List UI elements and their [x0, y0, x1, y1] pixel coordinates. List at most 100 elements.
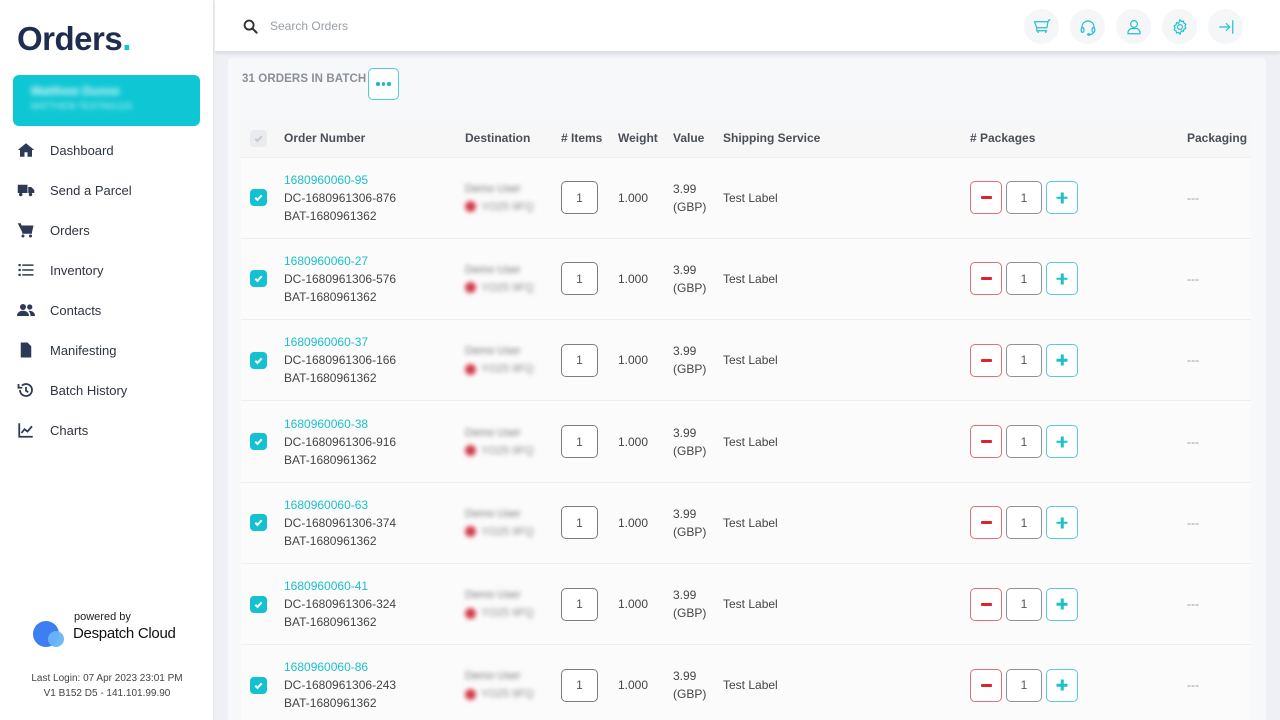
header-order-number[interactable]: Order Number [284, 120, 465, 158]
row-checkbox[interactable] [250, 270, 267, 288]
decrement-packages-button[interactable] [970, 587, 1002, 621]
weight-cell: 1.000 [618, 482, 673, 564]
table-row[interactable]: 1680960060-38 DC-1680961306-916 BAT-1680… [241, 400, 1251, 483]
table-row[interactable]: 1680960060-63 DC-1680961306-374 BAT-1680… [241, 482, 1251, 564]
support-button[interactable] [1070, 9, 1105, 44]
decrement-packages-button[interactable] [970, 425, 1002, 459]
packages-count-input[interactable]: 1 [1006, 343, 1042, 377]
packages-count-input[interactable]: 1 [1006, 425, 1042, 459]
packages-stepper: 1 [970, 343, 1187, 377]
select-all-checkbox[interactable] [250, 129, 267, 147]
order-number-link[interactable]: 1680960060-41 [284, 577, 465, 595]
row-checkbox[interactable] [250, 514, 267, 532]
order-number-link[interactable]: 1680960060-38 [284, 415, 465, 433]
header-destination[interactable]: Destination [465, 120, 561, 158]
sidebar-item-contacts[interactable]: Contacts [0, 290, 214, 330]
order-number-cell: 1680960060-37 DC-1680961306-166 BAT-1680… [284, 319, 465, 402]
settings-button[interactable] [1162, 9, 1197, 44]
last-login: Last Login: 07 Apr 2023 23:01 PM [31, 673, 183, 684]
table-row[interactable]: 1680960060-37 DC-1680961306-166 BAT-1680… [241, 319, 1251, 402]
sidebar-item-label: Contacts [50, 302, 102, 318]
decrement-packages-button[interactable] [970, 262, 1002, 296]
packages-count-input[interactable]: 1 [1006, 668, 1042, 702]
packages-cell: 1 [970, 482, 1187, 564]
order-number-cell: 1680960060-95 DC-1680961306-876 BAT-1680… [284, 157, 465, 239]
increment-packages-button[interactable] [1046, 425, 1078, 459]
header-items[interactable]: # Items [561, 120, 618, 158]
table-row[interactable]: 1680960060-95 DC-1680961306-876 BAT-1680… [241, 157, 1251, 239]
header-packages[interactable]: # Packages [970, 120, 1187, 158]
packages-count-input[interactable]: 1 [1006, 262, 1042, 296]
profile-button[interactable] [1116, 9, 1151, 44]
increment-packages-button[interactable] [1046, 506, 1078, 540]
packages-stepper: 1 [970, 668, 1187, 702]
order-number-link[interactable]: 1680960060-27 [284, 252, 465, 270]
sidebar-item-manifesting[interactable]: Manifesting [0, 330, 214, 370]
increment-packages-button[interactable] [1046, 668, 1078, 702]
order-number-link[interactable]: 1680960060-86 [284, 658, 465, 676]
sidebar-item-batch-history[interactable]: Batch History [0, 370, 214, 410]
increment-packages-button[interactable] [1046, 587, 1078, 621]
search-icon [243, 19, 258, 34]
header-weight[interactable]: Weight [618, 120, 673, 158]
row-checkbox[interactable] [250, 189, 267, 207]
packages-count-input[interactable]: 1 [1006, 506, 1042, 540]
items-input[interactable]: 1 [561, 587, 598, 621]
table-row[interactable]: 1680960060-27 DC-1680961306-576 BAT-1680… [241, 238, 1251, 321]
value-currency: (GBP) [673, 606, 707, 621]
row-checkbox[interactable] [250, 595, 267, 613]
packages-count-input[interactable]: 1 [1006, 587, 1042, 621]
ellipsis-icon [376, 82, 380, 86]
headset-icon [1080, 19, 1095, 36]
search-input[interactable] [270, 14, 770, 38]
sidebar-item-orders[interactable]: Orders [0, 210, 214, 250]
more-options-button[interactable] [368, 68, 399, 100]
order-number-cell: 1680960060-27 DC-1680961306-576 BAT-1680… [284, 238, 465, 321]
increment-packages-button[interactable] [1046, 181, 1078, 215]
order-number-link[interactable]: 1680960060-95 [284, 171, 465, 189]
destination-name: Demo User [465, 263, 521, 276]
items-input[interactable]: 1 [561, 343, 598, 377]
items-input[interactable]: 1 [561, 181, 598, 215]
header-packaging[interactable]: Packaging [1187, 120, 1251, 158]
row-checkbox[interactable] [250, 433, 267, 451]
sidebar-item-charts[interactable]: Charts [0, 410, 214, 450]
items-input[interactable]: 1 [561, 262, 598, 296]
destination-cell: Demo User YO25 9FQ [465, 644, 561, 720]
sidebar-item-send-a-parcel[interactable]: Send a Parcel [0, 170, 214, 210]
items-input[interactable]: 1 [561, 506, 598, 540]
logout-button[interactable] [1208, 9, 1243, 44]
logout-icon [1218, 19, 1233, 34]
value-amount: 3.99 [673, 669, 697, 684]
powered-by-logo: powered by Despatch Cloud [33, 608, 193, 648]
items-input[interactable]: 1 [561, 425, 598, 459]
items-input[interactable]: 1 [561, 668, 598, 702]
decrement-packages-button[interactable] [970, 506, 1002, 540]
shipping-service-cell: Test Label [723, 319, 970, 402]
sidebar-item-inventory[interactable]: Inventory [0, 250, 214, 290]
sidebar-item-dashboard[interactable]: Dashboard [0, 130, 214, 170]
sidebar-item-label: Manifesting [50, 342, 117, 358]
row-checkbox[interactable] [250, 351, 267, 369]
order-number-link[interactable]: 1680960060-63 [284, 496, 465, 514]
decrement-packages-button[interactable] [970, 668, 1002, 702]
order-number-link[interactable]: 1680960060-37 [284, 333, 465, 351]
cart-button[interactable] [1024, 9, 1059, 44]
header-shipping-service[interactable]: Shipping Service [723, 120, 970, 158]
header-value[interactable]: Value [673, 120, 723, 158]
sidebar-item-label: Send a Parcel [50, 182, 132, 198]
increment-packages-button[interactable] [1046, 262, 1078, 296]
packages-cell: 1 [970, 400, 1187, 483]
decrement-packages-button[interactable] [970, 343, 1002, 377]
user-card[interactable]: Matthew Dunne MATTHEW TESTING123 [13, 75, 200, 126]
row-checkbox[interactable] [250, 676, 267, 694]
increment-packages-button[interactable] [1046, 343, 1078, 377]
table-row[interactable]: 1680960060-41 DC-1680961306-324 BAT-1680… [241, 563, 1251, 646]
table-row[interactable]: 1680960060-86 DC-1680961306-243 BAT-1680… [241, 644, 1251, 720]
version-info: V1 B152 D5 - 141.101.99.90 [43, 688, 171, 699]
weight-cell: 1.000 [618, 319, 673, 402]
decrement-packages-button[interactable] [970, 181, 1002, 215]
app-logo[interactable]: Orders. [17, 20, 131, 58]
packages-count-input[interactable]: 1 [1006, 181, 1042, 215]
user-name: Matthew Dunne [31, 84, 120, 98]
